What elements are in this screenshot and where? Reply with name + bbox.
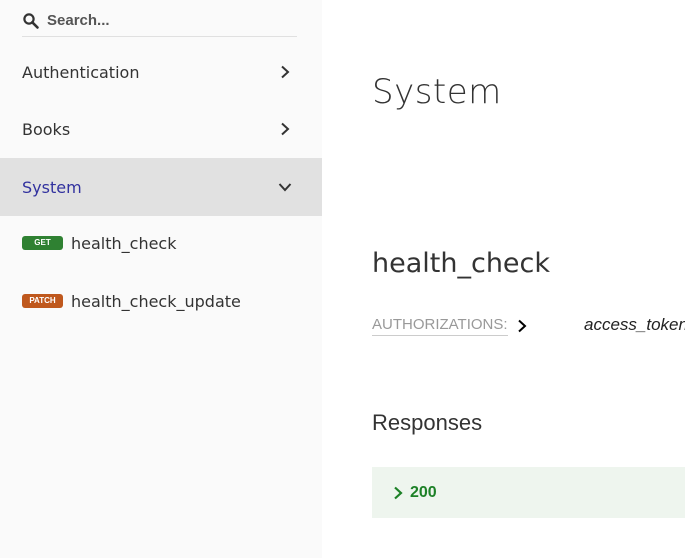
authorizations-value: access_token — [584, 315, 685, 334]
chevron-right-icon[interactable] — [515, 318, 529, 333]
sidebar-operation-label: health_check_update — [71, 291, 241, 311]
sidebar-item-authentication[interactable]: Authentication — [0, 43, 322, 101]
authorizations-label[interactable]: AUTHORIZATIONS: — [372, 316, 508, 336]
response-code: 200 — [410, 483, 437, 501]
response-200-row[interactable]: 200 — [372, 467, 685, 518]
search-box — [22, 5, 297, 37]
search-icon — [22, 12, 40, 30]
sidebar-item-books[interactable]: Books — [0, 100, 322, 158]
http-method-badge: GET — [22, 236, 63, 250]
sidebar: Authentication Books System GET health_c… — [0, 0, 322, 558]
http-method-badge: PATCH — [22, 294, 63, 308]
sidebar-item-system[interactable]: System — [0, 158, 322, 216]
chevron-down-icon — [278, 180, 292, 194]
sidebar-item-label: System — [22, 177, 82, 197]
sidebar-item-label: Books — [22, 119, 71, 139]
search-input[interactable] — [47, 6, 277, 35]
operation-title: health_check — [372, 248, 551, 279]
sidebar-operation-health-check-update[interactable]: PATCH health_check_update — [22, 289, 241, 313]
chevron-right-icon — [278, 122, 292, 136]
chevron-right-icon — [278, 65, 292, 79]
chevron-right-icon — [392, 486, 404, 500]
section-title: System — [372, 72, 502, 112]
sidebar-item-label: Authentication — [22, 62, 140, 82]
responses-title: Responses — [372, 410, 483, 435]
sidebar-operation-health-check[interactable]: GET health_check — [22, 231, 177, 255]
sidebar-operation-label: health_check — [71, 233, 177, 253]
